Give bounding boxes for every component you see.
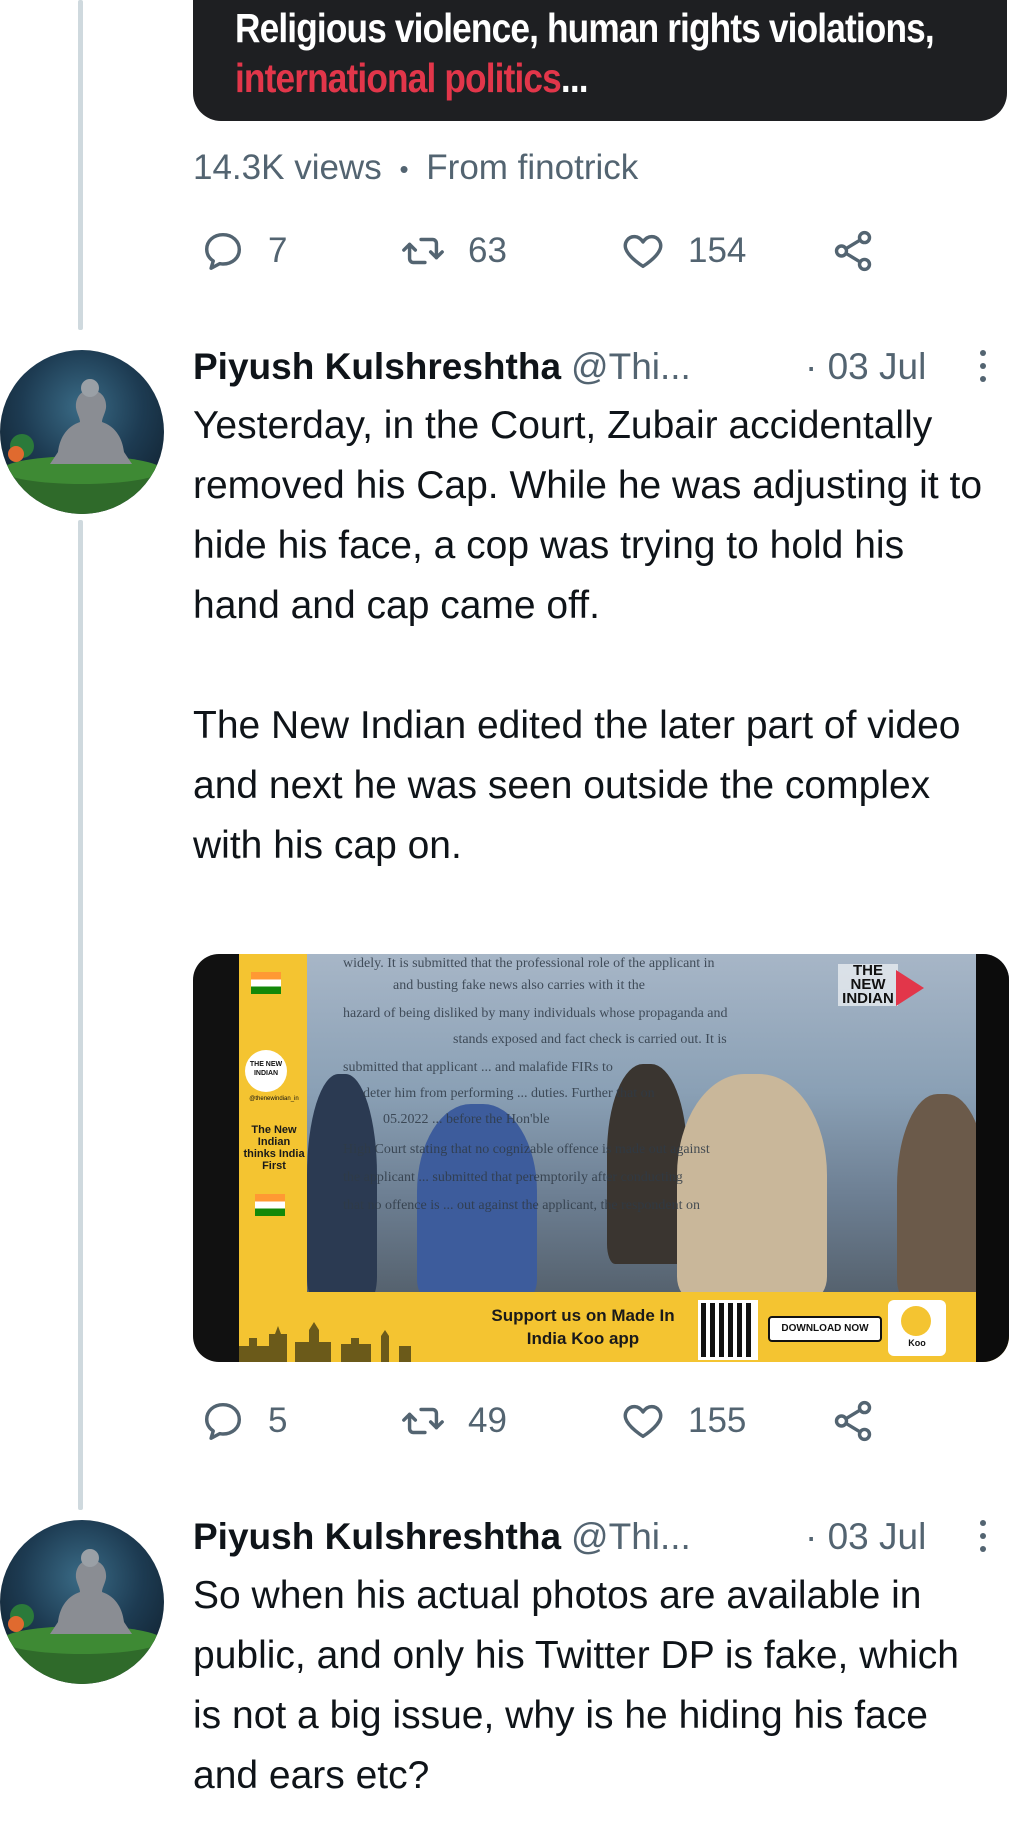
source-link[interactable]: From finotrick	[426, 148, 638, 187]
document-overlay-text: that no offence is ... out against the a…	[343, 1198, 701, 1213]
like-count: 155	[688, 1401, 747, 1440]
more-icon-dot	[980, 1546, 986, 1552]
more-icon-dot	[980, 363, 986, 369]
tweet-actions: 7 63 154	[200, 223, 900, 279]
tni-tagline: The New Indian thinks India First	[243, 1124, 305, 1172]
tweet-author[interactable]: Piyush Kulshreshtha @Thi...	[193, 346, 691, 388]
tni-small-logo: THE NEW INDIAN	[245, 1050, 287, 1092]
more-options-button[interactable]	[975, 350, 991, 390]
person-figure	[897, 1094, 987, 1299]
tweet-date[interactable]: · 03 Jul	[805, 1516, 926, 1558]
like-count: 154	[688, 231, 747, 270]
person-figure	[677, 1074, 827, 1299]
retweet-icon	[402, 1407, 444, 1435]
koo-label: Koo	[908, 1338, 926, 1348]
tni-logo: THE NEW INDIAN	[838, 963, 898, 1006]
views-count: 14.3K views	[193, 148, 382, 187]
tweet-meta: 14.3K views • From finotrick	[193, 148, 638, 188]
buddha-avatar-image	[0, 1549, 164, 1684]
document-overlay-text: hazard of being disliked by many individ…	[343, 1006, 728, 1021]
share-icon	[834, 230, 872, 272]
heart-icon	[623, 1404, 663, 1439]
share-icon	[834, 1400, 872, 1442]
document-overlay-text: deter him from performing ... duties. Fu…	[363, 1086, 655, 1101]
author-name[interactable]: Piyush Kulshreshtha	[193, 1516, 561, 1557]
card-headline-line2: international politics...	[235, 55, 589, 102]
reply-button[interactable]: 7	[200, 223, 287, 279]
like-button[interactable]: 155	[620, 1393, 746, 1449]
more-icon-dot	[980, 1520, 986, 1526]
tweet-text: Yesterday, in the Court, Zubair accident…	[193, 396, 993, 876]
author-handle[interactable]: @Thi...	[571, 346, 691, 387]
document-overlay-text: High Court stating that no cognizable of…	[343, 1142, 710, 1157]
koo-logo: Koo	[888, 1300, 946, 1356]
document-overlay-text: submitted that applicant ... and malafid…	[343, 1060, 613, 1075]
flag-icon	[251, 972, 281, 994]
author-handle[interactable]: @Thi...	[571, 1516, 691, 1557]
retweet-icon	[402, 237, 444, 265]
more-icon-dot	[980, 1533, 986, 1539]
tni-handle: @thenewindian_in	[249, 1096, 299, 1102]
tweet-author[interactable]: Piyush Kulshreshtha @Thi...	[193, 1516, 691, 1558]
share-button[interactable]	[830, 223, 876, 279]
tweet-paragraph: Yesterday, in the Court, Zubair accident…	[193, 404, 983, 627]
flag-icon	[255, 1194, 285, 1216]
qr-code-icon	[698, 1300, 758, 1360]
reply-icon	[204, 1402, 242, 1440]
skyline-icon	[239, 1322, 411, 1362]
like-button[interactable]: 154	[620, 223, 746, 279]
card-headline-red: international politics	[235, 55, 562, 101]
reply-icon	[204, 232, 242, 270]
document-overlay-text: widely. It is submitted that the profess…	[343, 956, 715, 971]
avatar[interactable]	[0, 350, 164, 514]
video-letterbox	[976, 954, 1009, 1362]
avatar[interactable]	[0, 1520, 164, 1684]
document-overlay-text: the applicant ... submitted that perempt…	[343, 1170, 683, 1185]
tweet-text: So when his actual photos are available …	[193, 1566, 993, 1806]
tweet-video[interactable]: THE NEW INDIAN @thenewindian_in The New …	[193, 954, 1009, 1362]
more-icon-dot	[980, 376, 986, 382]
reply-button[interactable]: 5	[200, 1393, 287, 1449]
card-headline-ellipsis: ...	[560, 55, 589, 101]
reply-count: 5	[268, 1401, 288, 1440]
heart-icon	[623, 234, 663, 269]
reply-count: 7	[268, 231, 288, 270]
document-overlay-text: and busting fake news also carries with …	[393, 978, 645, 993]
share-button[interactable]	[830, 1393, 876, 1449]
play-triangle-icon	[896, 970, 924, 1006]
card-headline-line1: Religious violence, human rights violati…	[235, 5, 935, 51]
koo-bird-icon	[901, 1306, 931, 1336]
author-name[interactable]: Piyush Kulshreshtha	[193, 346, 561, 387]
tweet-paragraph: The New Indian edited the later part of …	[193, 704, 961, 867]
media-card[interactable]: Religious violence, human rights violati…	[193, 0, 1007, 121]
retweet-button[interactable]: 63	[400, 223, 507, 279]
support-text: Support us on Made In India Koo app	[491, 1306, 675, 1348]
person-figure	[307, 1074, 377, 1299]
thread-line-top	[78, 0, 83, 330]
tweet-actions: 5 49 155	[200, 1393, 900, 1449]
document-overlay-text: stands exposed and fact check is carried…	[453, 1032, 727, 1047]
more-options-button[interactable]	[975, 1520, 991, 1560]
thread-line-middle	[78, 520, 83, 1510]
tweet-paragraph: So when his actual photos are available …	[193, 1574, 959, 1797]
buddha-avatar-image	[0, 379, 164, 514]
tweet-date[interactable]: · 03 Jul	[805, 346, 926, 388]
retweet-count: 49	[468, 1401, 507, 1440]
more-icon-dot	[980, 350, 986, 356]
meta-separator: •	[399, 154, 409, 185]
retweet-button[interactable]: 49	[400, 1393, 507, 1449]
download-now-label: DOWNLOAD NOW	[768, 1316, 882, 1342]
retweet-count: 63	[468, 231, 507, 270]
document-overlay-text: 05.2022 ... before the Hon'ble	[383, 1112, 550, 1127]
